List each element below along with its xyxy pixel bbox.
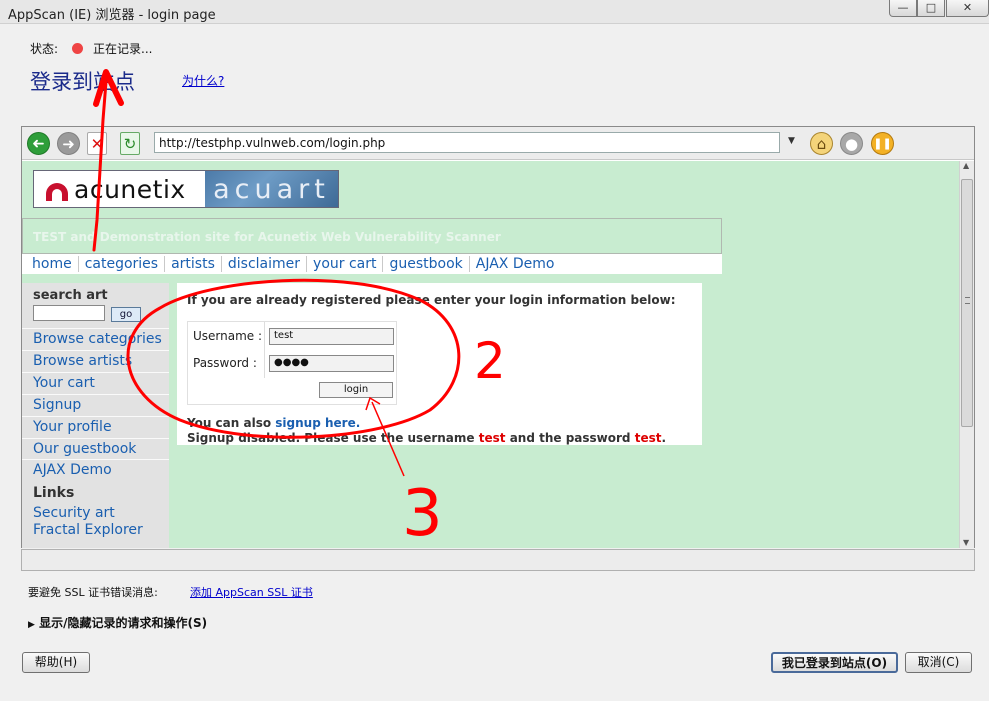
scroll-up-icon[interactable]: ▲	[963, 161, 969, 170]
nav-artists[interactable]: artists	[164, 256, 221, 272]
expand-arrow-icon: ▶	[28, 620, 35, 630]
why-link[interactable]: 为什么?	[182, 72, 224, 89]
back-arrow-icon[interactable]: ➜	[27, 132, 50, 155]
logo-acunetix-text: acunetix	[74, 174, 186, 204]
add-ssl-cert-link[interactable]: 添加 AppScan SSL 证书	[190, 584, 313, 600]
sidebar-item-your-cart[interactable]: Your cart	[22, 372, 169, 394]
horizontal-scrollbar[interactable]	[21, 549, 975, 571]
login-form: Username : Password : test ●●●● login	[187, 321, 397, 405]
site-tagline: TEST and Demonstration site for Acunetix…	[22, 218, 722, 254]
link-fractal-explorer[interactable]: Fractal Explorer	[33, 522, 143, 538]
site-nav: home categories artists disclaimer your …	[22, 254, 722, 274]
sidebar-item-browse-categories[interactable]: Browse categories	[22, 328, 169, 350]
forward-arrow-icon[interactable]: ➜	[57, 132, 80, 155]
form-divider	[264, 322, 265, 378]
username-field[interactable]: test	[269, 328, 394, 345]
signup-link[interactable]: signup here.	[275, 416, 360, 430]
signup-disabled-notice: Signup disabled. Please use the username…	[187, 431, 667, 445]
site-logo[interactable]: acunetix acuart	[33, 170, 339, 208]
login-intro-text: If you are already registered please ent…	[187, 293, 676, 307]
pause-icon[interactable]: ❚❚	[871, 132, 894, 155]
embedded-browser: ➜ ➜ ✕ ↻ http://testphp.vulnweb.com/login…	[21, 126, 975, 548]
hint-username: test	[478, 431, 506, 445]
nav-ajax-demo[interactable]: AJAX Demo	[468, 256, 561, 272]
status-row: 状态: 正在记录...	[30, 40, 153, 57]
hint-password: test	[634, 431, 662, 445]
login-button[interactable]: login	[319, 382, 393, 398]
login-panel: If you are already registered please ent…	[177, 283, 702, 445]
nav-disclaimer[interactable]: disclaimer	[220, 256, 306, 272]
sidebar-item-browse-artists[interactable]: Browse artists	[22, 350, 169, 372]
sidebar-item-your-profile[interactable]: Your profile	[22, 416, 169, 438]
recording-dot-icon	[72, 43, 84, 54]
close-button[interactable]: ✕	[946, 0, 989, 17]
ssl-hint-text: 要避免 SSL 证书错误消息:	[28, 586, 158, 599]
signup-line: You can also signup here.	[187, 416, 361, 430]
sidebar-item-our-guestbook[interactable]: Our guestbook	[22, 438, 169, 460]
logo-acuart-text: acuart	[205, 171, 338, 207]
search-art-title: search art	[33, 288, 108, 303]
refresh-icon[interactable]: ↻	[120, 132, 140, 155]
acunetix-logo-icon	[46, 183, 68, 201]
nav-categories[interactable]: categories	[77, 256, 164, 272]
password-field[interactable]: ●●●●	[269, 355, 394, 372]
window-title: AppScan (IE) 浏览器 - login page	[8, 8, 216, 23]
go-button[interactable]: go	[111, 307, 141, 322]
record-icon[interactable]: ●	[840, 132, 863, 155]
vertical-scrollbar[interactable]: ▲ ▼	[959, 161, 974, 548]
toggle-recorded-requests[interactable]: ▶ 显示/隐藏记录的请求和操作(S)	[28, 614, 207, 631]
nav-home[interactable]: home	[32, 256, 78, 272]
status-value: 正在记录...	[93, 42, 153, 56]
link-security-art[interactable]: Security art	[33, 505, 115, 521]
logged-in-button[interactable]: 我已登录到站点(O)	[771, 652, 898, 673]
stop-icon[interactable]: ✕	[87, 132, 107, 155]
status-label: 状态:	[30, 42, 59, 56]
nav-your-cart[interactable]: your cart	[306, 256, 382, 272]
address-bar[interactable]: http://testphp.vulnweb.com/login.php	[154, 132, 780, 153]
site-sidebar: search art go Browse categories Browse a…	[22, 283, 169, 548]
username-label: Username :	[193, 329, 263, 343]
web-page: acunetix acuart TEST and Demonstration s…	[22, 161, 959, 548]
sidebar-item-ajax-demo[interactable]: AJAX Demo	[22, 459, 169, 481]
browser-toolbar: ➜ ➜ ✕ ↻ http://testphp.vulnweb.com/login…	[22, 127, 974, 160]
links-title: Links	[33, 485, 75, 501]
page-title: 登录到站点	[30, 70, 135, 94]
home-icon[interactable]: ⌂	[810, 132, 833, 155]
sidebar-item-signup[interactable]: Signup	[22, 394, 169, 416]
minimize-button[interactable]: —	[889, 0, 917, 17]
address-dropdown-icon[interactable]: ▼	[788, 136, 795, 146]
password-label: Password :	[193, 356, 257, 370]
nav-guestbook[interactable]: guestbook	[382, 256, 468, 272]
title-bar: AppScan (IE) 浏览器 - login page — □ ✕	[0, 0, 989, 24]
scroll-thumb[interactable]	[961, 179, 973, 427]
toggle-label: 显示/隐藏记录的请求和操作(S)	[39, 616, 208, 630]
search-input[interactable]	[33, 305, 105, 321]
cancel-button[interactable]: 取消(C)	[905, 652, 972, 673]
help-button[interactable]: 帮助(H)	[22, 652, 90, 673]
maximize-button[interactable]: □	[917, 0, 945, 17]
scroll-down-icon[interactable]: ▼	[963, 538, 969, 547]
